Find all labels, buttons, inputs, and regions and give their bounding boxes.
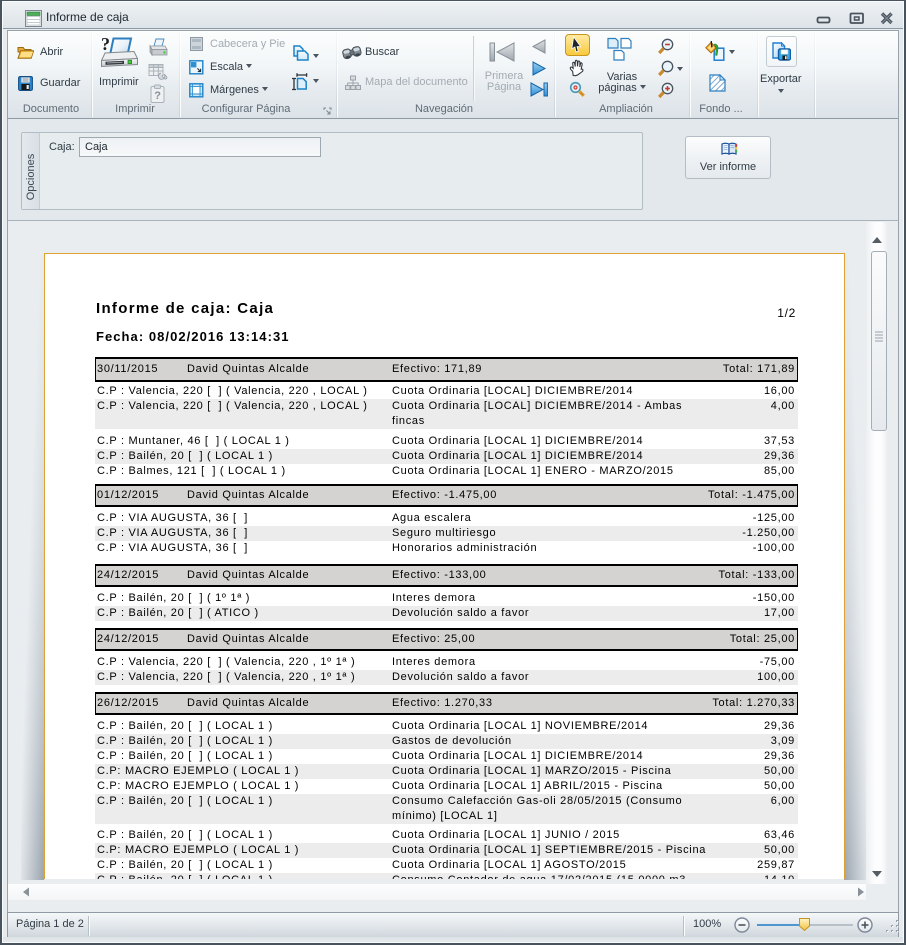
svg-text:?: ? — [154, 90, 161, 102]
svg-text:?: ? — [101, 35, 110, 54]
